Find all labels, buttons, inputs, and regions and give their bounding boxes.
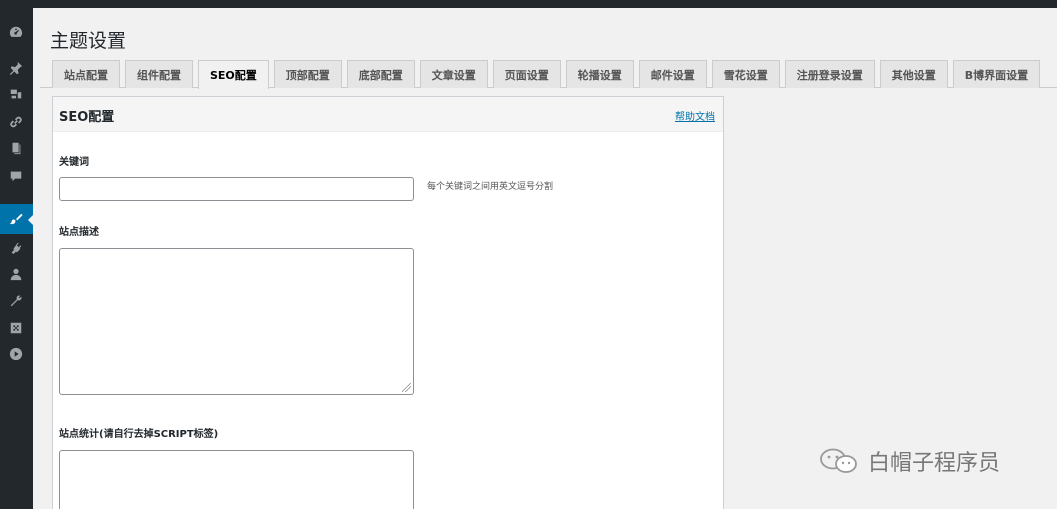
appearance-icon[interactable]	[8, 211, 24, 227]
users-icon[interactable]	[8, 266, 24, 282]
tab-carousel-settings[interactable]: 轮播设置	[565, 60, 634, 88]
link-icon[interactable]	[8, 114, 24, 130]
seo-settings-panel: SEO配置 帮助文档 关键词 每个关键词之间用英文逗号分割 站点描述 站点统计(…	[52, 96, 724, 509]
admin-top-bar	[0, 0, 1057, 8]
plugins-icon[interactable]	[8, 240, 24, 256]
comments-icon[interactable]	[8, 168, 24, 184]
wechat-icon	[820, 448, 857, 473]
tab-seo-config[interactable]: SEO配置	[198, 60, 269, 89]
tab-header-config[interactable]: 顶部配置	[273, 60, 342, 88]
keywords-input[interactable]	[59, 177, 414, 201]
site-description-textarea[interactable]	[59, 248, 414, 395]
tab-site-config[interactable]: 站点配置	[52, 60, 120, 88]
pages-icon[interactable]	[8, 140, 24, 156]
tab-snow-settings[interactable]: 雪花设置	[711, 60, 780, 88]
settings-icon[interactable]	[8, 320, 24, 336]
panel-title: SEO配置	[59, 110, 115, 125]
keywords-hint: 每个关键词之间用英文逗号分割	[427, 182, 554, 192]
admin-sidebar	[0, 8, 34, 509]
watermark-text: 白帽子程序员	[868, 451, 1001, 476]
pin-icon[interactable]	[8, 60, 24, 76]
play-icon[interactable]	[8, 346, 24, 362]
site-stats-label: 站点统计(请自行去掉SCRIPT标签)	[59, 429, 219, 440]
tab-footer-config[interactable]: 底部配置	[346, 60, 415, 88]
tab-widget-config[interactable]: 组件配置	[125, 60, 193, 88]
tab-article-settings[interactable]: 文章设置	[419, 60, 488, 88]
resize-handle[interactable]	[402, 383, 411, 392]
active-indicator	[28, 214, 34, 226]
tools-icon[interactable]	[8, 293, 24, 309]
tab-page-settings[interactable]: 页面设置	[492, 60, 561, 88]
dashboard-icon[interactable]	[8, 24, 24, 40]
site-description-label: 站点描述	[59, 227, 99, 238]
page-title: 主题设置	[50, 30, 127, 52]
panel-header: SEO配置 帮助文档	[53, 97, 723, 132]
keywords-label: 关键词	[59, 157, 89, 168]
tab-bbo-ui-settings[interactable]: B博界面设置	[952, 60, 1041, 88]
sidebar-active-item[interactable]	[0, 204, 34, 234]
wechat-watermark: 白帽子程序员	[818, 445, 1000, 477]
tab-login-register-settings[interactable]: 注册登录设置	[784, 60, 875, 88]
help-docs-link[interactable]: 帮助文档	[675, 108, 715, 123]
media-icon[interactable]	[8, 86, 24, 102]
tab-other-settings[interactable]: 其他设置	[879, 60, 948, 88]
settings-tabs: 站点配置 组件配置 SEO配置 顶部配置 底部配置 文章设置 页面设置 轮播设置…	[52, 60, 1045, 89]
site-stats-textarea[interactable]	[59, 450, 414, 509]
tab-mail-settings[interactable]: 邮件设置	[638, 60, 707, 88]
